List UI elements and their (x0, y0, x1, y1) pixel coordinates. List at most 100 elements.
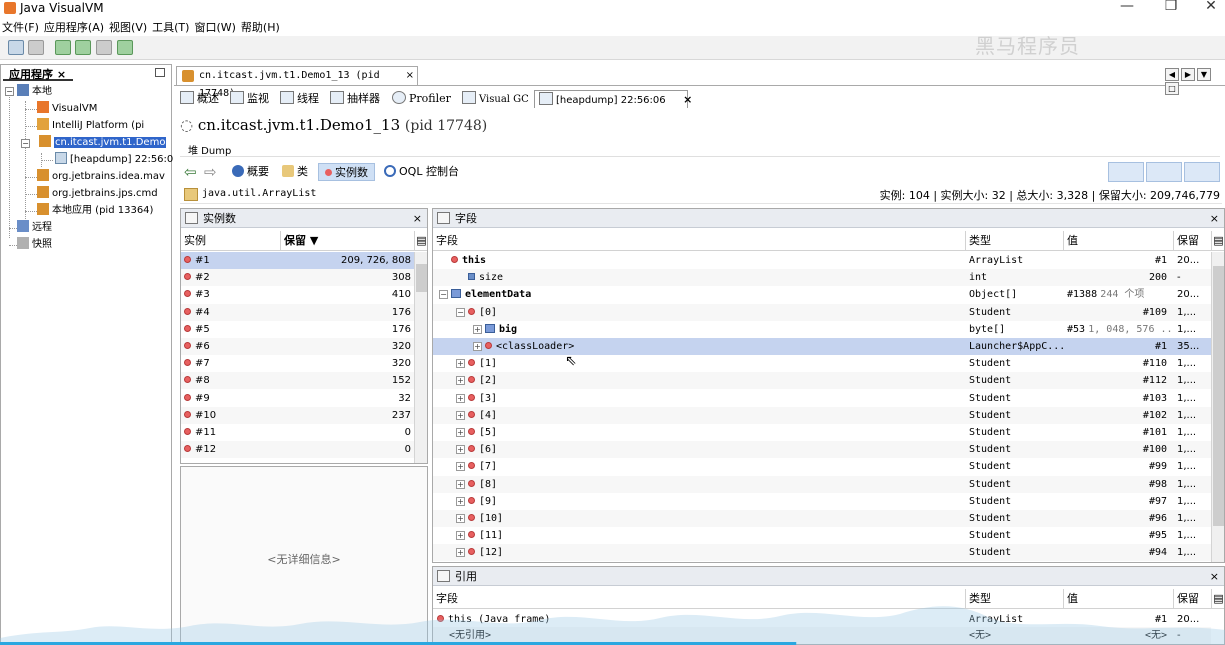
field-row[interactable]: + [9] Student #97 1,... (433, 493, 1211, 510)
expand-icon[interactable]: + (456, 393, 465, 403)
field-row[interactable]: + [5] Student #101 1,... (433, 424, 1211, 441)
tab-left-icon[interactable]: ◀ (1165, 68, 1179, 81)
instance-row[interactable]: #11 0 (181, 424, 414, 441)
instance-row[interactable]: #4 176 (181, 303, 414, 321)
toggle-fields-icon[interactable] (1146, 162, 1182, 182)
field-row[interactable]: + [6] Student #100 1,... (433, 441, 1211, 459)
tree-node-jps-cmd[interactable]: org.jetbrains.jps.cmd (37, 185, 158, 202)
tab-overview[interactable]: 概述 (180, 90, 219, 108)
instance-row[interactable]: #9 32 (181, 390, 414, 407)
applications-tab[interactable]: 应用程序 × (3, 66, 73, 81)
instance-row[interactable]: #8 152 (181, 372, 414, 390)
save-icon[interactable] (28, 40, 44, 55)
load-snapshot-icon[interactable] (8, 40, 24, 55)
expand-icon[interactable]: + (456, 462, 465, 472)
minimize-button[interactable]: — (1112, 0, 1142, 14)
view-instances[interactable]: 实例数 (318, 163, 375, 181)
toggle-instances-icon[interactable] (1108, 162, 1144, 182)
tab-sampler[interactable]: 抽样器 (330, 90, 380, 108)
add-core-dump-icon[interactable] (96, 40, 112, 55)
tab-right-icon[interactable]: ▶ (1181, 68, 1195, 81)
expand-icon[interactable]: + (456, 548, 465, 558)
fields-scrollbar[interactable] (1211, 252, 1224, 562)
instances-panel-close[interactable]: × (413, 209, 422, 228)
instance-row[interactable]: #5 176 (181, 321, 414, 338)
tree-node-demo[interactable]: cn.itcast.jvm.t1.Demo (37, 134, 171, 151)
col-value[interactable]: 值 (1064, 231, 1174, 251)
menu-view[interactable]: 视图(V) (107, 17, 150, 35)
maximize-button[interactable]: ❐ (1156, 0, 1186, 14)
close-window-button[interactable]: ✕ (1196, 0, 1225, 14)
menu-window[interactable]: 窗口(W) (192, 17, 238, 35)
references-panel-close[interactable]: × (1210, 567, 1219, 586)
scroll-thumb[interactable] (416, 264, 427, 292)
expand-icon[interactable]: + (456, 445, 465, 455)
add-snapshot-icon[interactable] (117, 40, 133, 55)
local-collapse-icon[interactable]: − (5, 87, 14, 96)
expand-icon[interactable]: + (456, 376, 465, 386)
tree-node-local-app[interactable]: 本地应用 (pid 13364) (37, 202, 153, 219)
field-row[interactable]: + [11] Student #95 1,... (433, 527, 1211, 544)
demo-collapse-icon[interactable]: − (21, 139, 30, 148)
field-row[interactable]: − [0] Student #109 1,... (433, 303, 1211, 321)
field-row[interactable]: + [8] Student #98 1,... (433, 475, 1211, 493)
col-field[interactable]: 字段 (433, 231, 966, 251)
scroll-thumb[interactable] (1213, 266, 1224, 526)
field-row[interactable]: + big byte[] #53 1, 048, 576 ... 1,... (433, 321, 1211, 338)
tab-threads[interactable]: 线程 (280, 90, 319, 108)
expand-icon[interactable]: + (456, 496, 465, 506)
view-summary[interactable]: 概要 (232, 163, 269, 181)
instance-row[interactable]: #1 209, 726, 808 (181, 252, 414, 269)
field-row[interactable]: + [12] Student #94 1,... (433, 544, 1211, 562)
tree-node-local[interactable]: 本地 (17, 83, 52, 100)
fields-panel-close[interactable]: × (1210, 209, 1219, 228)
tree-node-heapdump[interactable]: [heapdump] 22:56:0 (55, 151, 173, 168)
collapse-icon[interactable]: − (439, 290, 448, 300)
document-tab-close[interactable]: × (406, 67, 414, 85)
tab-heapdump[interactable]: [heapdump] 22:56:06 × (534, 90, 692, 108)
expand-icon[interactable]: + (456, 479, 465, 489)
instance-row[interactable]: #10 237 (181, 406, 414, 424)
add-jmx-connection-icon[interactable] (55, 40, 71, 55)
field-row[interactable]: + [3] Student #103 1,... (433, 390, 1211, 407)
field-row[interactable]: this ArrayList #1 20... (433, 252, 1211, 269)
toggle-references-icon[interactable] (1184, 162, 1220, 182)
tree-node-snapshots[interactable]: 快照 (17, 236, 52, 253)
field-row[interactable]: + [10] Student #96 1,... (433, 510, 1211, 527)
col-type[interactable]: 类型 (966, 231, 1064, 251)
instance-row[interactable]: #12 0 (181, 441, 414, 459)
collapse-icon[interactable]: − (456, 307, 465, 317)
expand-icon[interactable]: + (456, 428, 465, 437)
tab-visual-gc[interactable]: Visual GC (462, 90, 529, 108)
instance-row[interactable]: #2 308 (181, 269, 414, 287)
field-row[interactable]: size int 200- (433, 269, 1211, 287)
expand-icon[interactable]: + (456, 514, 465, 523)
col-instance[interactable]: 实例 (181, 231, 281, 251)
field-row[interactable]: + [2] Student #112 1,... (433, 372, 1211, 390)
forward-icon[interactable]: ⇨ (204, 163, 217, 181)
instance-row[interactable]: #3 410 (181, 286, 414, 303)
heapdump-tab-close[interactable]: × (683, 93, 692, 106)
expand-icon[interactable]: + (456, 410, 465, 420)
expand-icon[interactable]: + (456, 359, 465, 369)
field-row[interactable]: + <classLoader> Launcher$AppC... #1 35... (433, 338, 1211, 355)
tab-monitor[interactable]: 监视 (230, 90, 269, 108)
col-retained[interactable]: 保留 (1174, 231, 1212, 251)
column-chooser-icon[interactable]: ▤ (415, 231, 427, 251)
tree-node-remote[interactable]: 远程 (17, 219, 52, 236)
expand-icon[interactable]: + (473, 342, 482, 351)
view-oql[interactable]: OQL 控制台 (384, 163, 459, 181)
back-icon[interactable]: ⇦ (184, 163, 197, 181)
col-retained[interactable]: 保留 ▼ (281, 231, 415, 251)
add-remote-host-icon[interactable] (75, 40, 91, 55)
field-row[interactable]: − elementData Object[] #1388 244 个项 20... (433, 286, 1211, 303)
menu-application[interactable]: 应用程序(A) (42, 17, 107, 35)
tree-node-visualvm[interactable]: VisualVM (37, 100, 97, 117)
minimize-panel-icon[interactable] (155, 68, 165, 77)
menu-file[interactable]: 文件(F) (0, 17, 42, 35)
instance-row[interactable]: #7 320 (181, 355, 414, 372)
menu-help[interactable]: 帮助(H) (239, 17, 283, 35)
menu-tools[interactable]: 工具(T) (150, 17, 192, 35)
document-tab[interactable]: cn.itcast.jvm.t1.Demo1_13 (pid 17748) × (176, 66, 418, 99)
tree-node-idea-maven[interactable]: org.jetbrains.idea.mav (37, 168, 165, 185)
